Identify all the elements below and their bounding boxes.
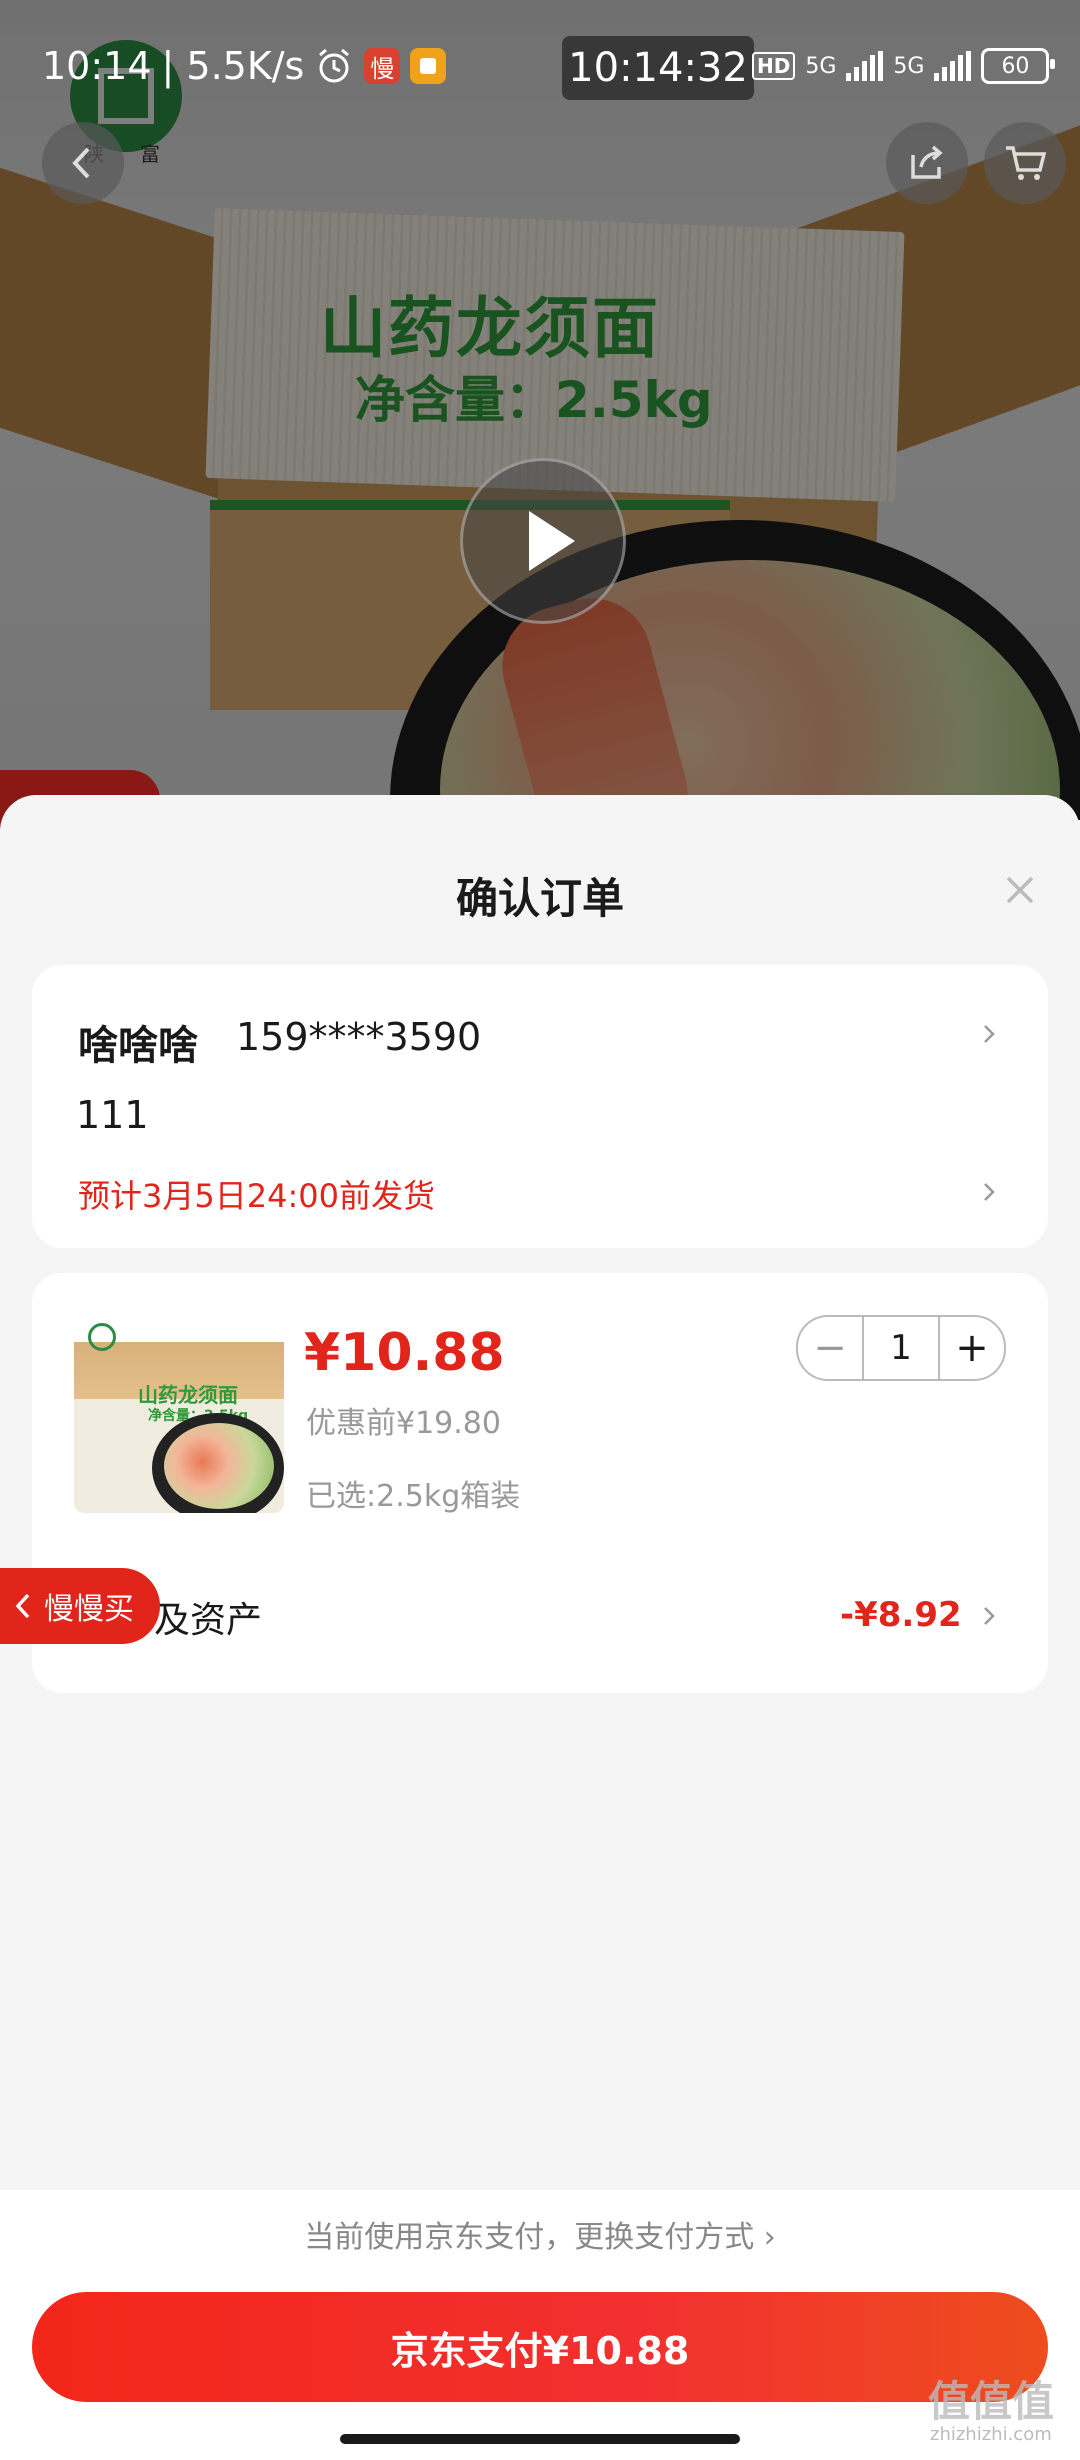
- float-tab-label: 慢慢买: [44, 1592, 134, 1627]
- manmanmai-float-tab[interactable]: 慢慢买: [0, 1568, 160, 1644]
- status-net-speed: | 5.5K/s: [161, 44, 305, 88]
- play-video-icon[interactable]: [460, 458, 626, 624]
- share-icon: [911, 145, 943, 179]
- payment-bar: 当前使用京东支付，更换支付方式 › 京东支付¥10.88: [0, 2190, 1080, 2460]
- address-detail: 111: [76, 1093, 149, 1137]
- chevron-left-icon: [15, 1593, 30, 1619]
- sheet-title: 确认订单: [455, 874, 624, 923]
- watermark-url: zhizhizhi.com: [930, 2424, 1052, 2445]
- watermark-logo: 值值值: [928, 2377, 1055, 2426]
- original-price: 优惠前¥19.80: [306, 1406, 501, 1441]
- product-card: 山药龙须面 净含量：2.5kg ¥10.88 优惠前¥19.80 已选:2.5k…: [32, 1273, 1048, 1693]
- gallery-app-icon: [410, 48, 447, 84]
- address-card[interactable]: 啥啥啥 159****3590 111 预计3月5日24:00前发货: [32, 965, 1048, 1248]
- decrease-quantity-button[interactable]: −: [798, 1317, 862, 1379]
- thumb-food: [164, 1423, 274, 1509]
- cart-icon: [1006, 146, 1047, 180]
- hd-voice-icon: HD: [752, 52, 796, 80]
- chevron-right-icon: [984, 1183, 995, 1201]
- quantity-value[interactable]: 1: [862, 1317, 940, 1379]
- chevron-right-icon: [984, 1607, 995, 1625]
- recipient-phone: 159****3590: [236, 1015, 482, 1059]
- change-payment-method-link[interactable]: 当前使用京东支付，更换支付方式 ›: [0, 2212, 1080, 2256]
- signal-2-label: 5G: [893, 53, 925, 79]
- home-indicator[interactable]: [340, 2434, 740, 2444]
- asset-discount-value[interactable]: -¥8.92: [840, 1595, 962, 1635]
- pay-button[interactable]: 京东支付¥10.88: [32, 2292, 1048, 2402]
- signal-1-label: 5G: [805, 53, 837, 79]
- status-bar: 10:14 | 5.5K/s 慢 10:14:32 HD 5G 5G 60: [0, 0, 1080, 140]
- manmanmai-app-icon: 慢: [364, 48, 401, 84]
- thumb-logo-icon: [88, 1323, 116, 1351]
- increase-quantity-button[interactable]: +: [940, 1317, 1004, 1379]
- delivery-eta[interactable]: 预计3月5日24:00前发货: [78, 1171, 435, 1217]
- product-thumbnail[interactable]: 山药龙须面 净含量：2.5kg: [74, 1323, 284, 1513]
- alarm-icon: [319, 48, 350, 83]
- recipient-name: 啥啥啥: [78, 1023, 198, 1069]
- selected-spec[interactable]: 已选:2.5kg箱装: [306, 1471, 520, 1515]
- asset-label: 及资产: [154, 1600, 263, 1641]
- close-icon[interactable]: [1000, 870, 1040, 910]
- chevron-left-icon: [72, 147, 90, 179]
- signal-bars-2-icon: [934, 51, 972, 81]
- thumb-title-text: 山药龙须面: [138, 1383, 238, 1407]
- product-price: ¥10.88: [304, 1323, 505, 1383]
- signal-bars-1-icon: [846, 51, 884, 81]
- status-time: 10:14: [42, 44, 152, 88]
- quantity-stepper: − 1 +: [796, 1315, 1006, 1381]
- chevron-right-icon: [984, 1025, 995, 1043]
- floating-clock: 10:14:32: [562, 36, 754, 100]
- battery-icon: 60: [981, 48, 1056, 84]
